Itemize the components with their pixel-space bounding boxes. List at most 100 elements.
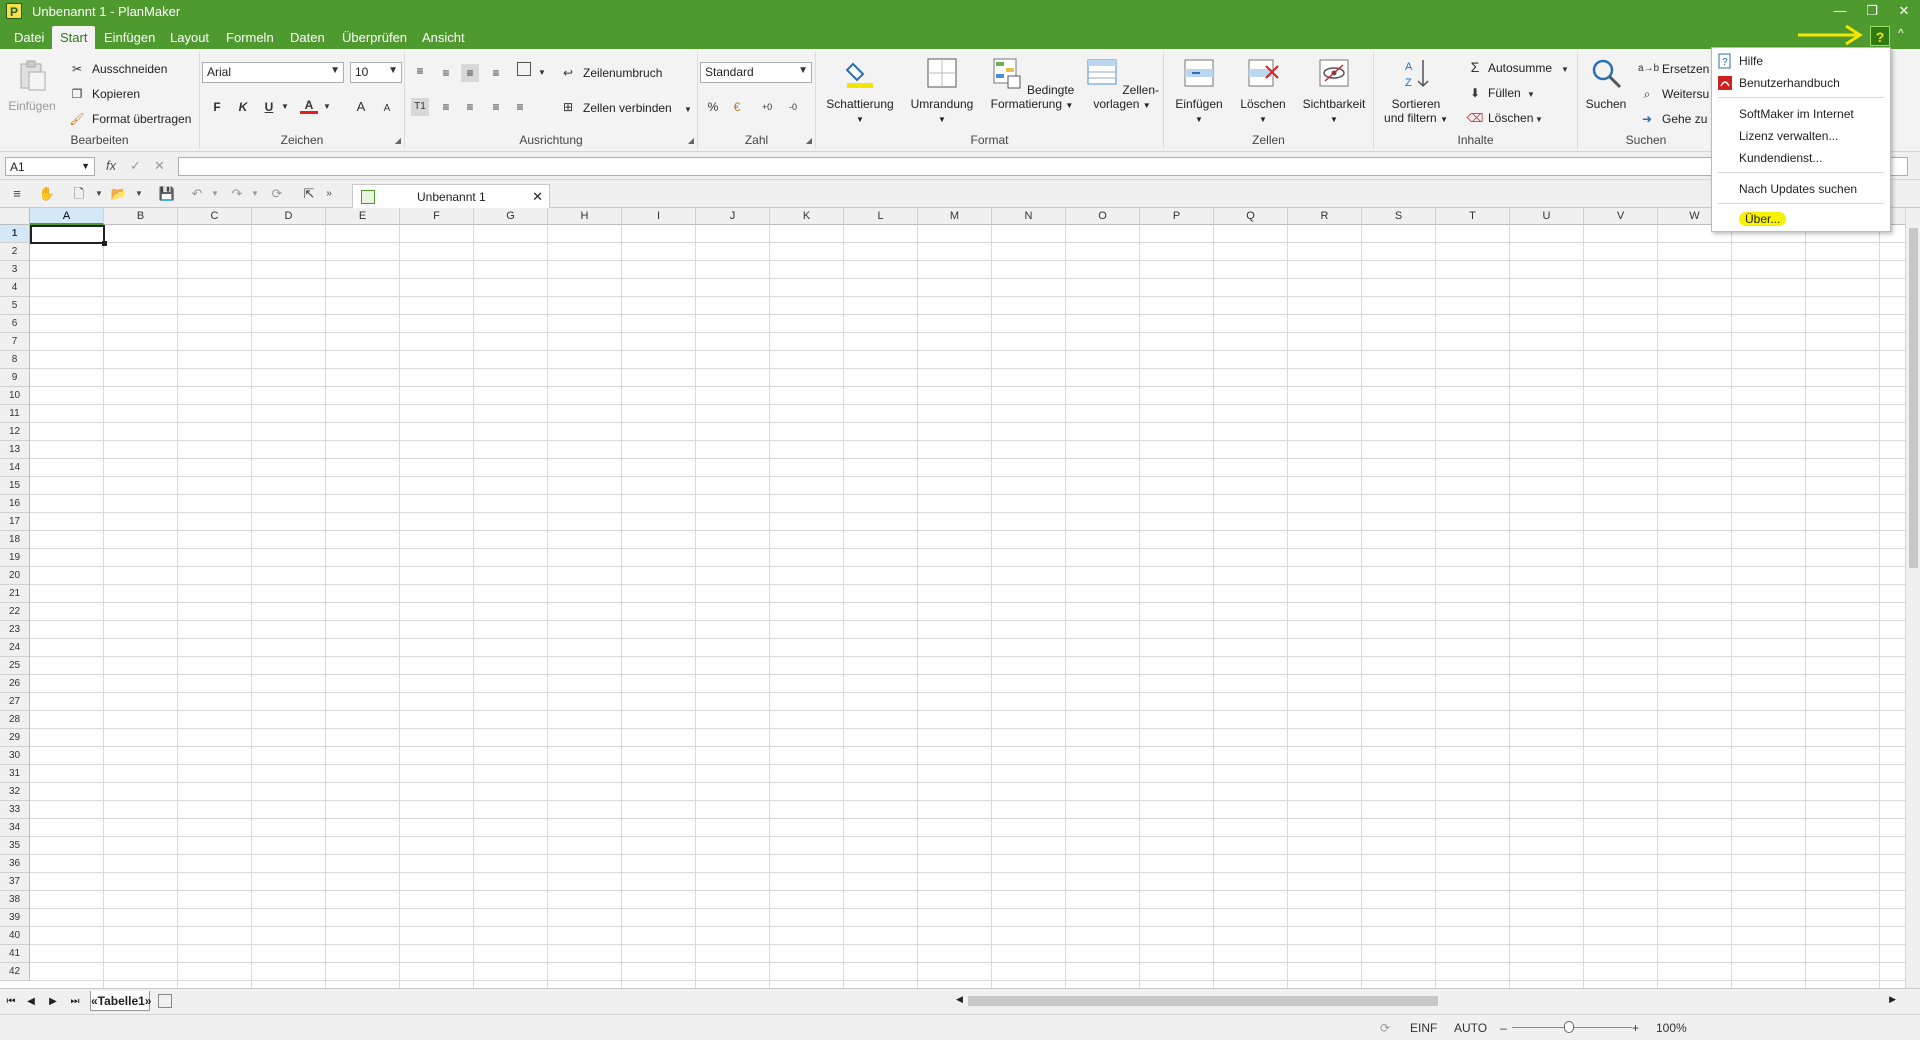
column-header-u[interactable]: U xyxy=(1510,208,1584,225)
minimize-button[interactable]: — xyxy=(1824,0,1856,22)
row-header-42[interactable]: 42 xyxy=(0,963,30,981)
currency-icon[interactable]: € xyxy=(728,98,746,116)
row-header-16[interactable]: 16 xyxy=(0,495,30,513)
first-sheet-icon[interactable]: ⏮ xyxy=(2,994,20,1010)
column-header-l[interactable]: L xyxy=(844,208,918,225)
row-header-2[interactable]: 2 xyxy=(0,243,30,261)
column-header-v[interactable]: V xyxy=(1584,208,1658,225)
align-top-icon[interactable]: ≡ xyxy=(411,62,429,80)
menu-item-hilfe[interactable]: ? Hilfe xyxy=(1712,51,1890,71)
cell-styles-button[interactable]: Zellen- vorlagen ▼ xyxy=(1084,56,1160,113)
menu-layout[interactable]: Layout xyxy=(162,26,217,49)
increase-decimal-icon[interactable]: +0 xyxy=(758,98,776,116)
row-header-32[interactable]: 32 xyxy=(0,783,30,801)
menu-item-updates[interactable]: Nach Updates suchen xyxy=(1712,179,1890,199)
column-header-q[interactable]: Q xyxy=(1214,208,1288,225)
number-format-select[interactable]: Standard ▼ xyxy=(700,62,812,83)
chevron-down-icon[interactable]: ▼ xyxy=(318,98,336,116)
clear-button[interactable]: Löschen xyxy=(1488,111,1533,125)
wrap-text-button[interactable]: Zeilenumbruch xyxy=(583,66,662,80)
row-header-31[interactable]: 31 xyxy=(0,765,30,783)
chevron-down-icon[interactable]: ▼ xyxy=(1556,61,1574,79)
column-header-n[interactable]: N xyxy=(992,208,1066,225)
row-header-36[interactable]: 36 xyxy=(0,855,30,873)
row-header-12[interactable]: 12 xyxy=(0,423,30,441)
save-icon[interactable]: 💾 xyxy=(158,186,176,202)
chevron-down-icon[interactable]: ▼ xyxy=(246,186,264,202)
prev-sheet-icon[interactable]: ◀ xyxy=(22,994,40,1010)
scroll-right-icon[interactable]: ▶ xyxy=(1889,994,1896,1005)
row-header-30[interactable]: 30 xyxy=(0,747,30,765)
document-tab[interactable]: Unbenannt 1 ✕ xyxy=(352,184,550,208)
font-color-button[interactable]: A xyxy=(300,96,318,114)
menu-item-kundendienst[interactable]: Kundendienst... xyxy=(1712,148,1890,168)
dialog-launcher-icon[interactable]: ◢ xyxy=(806,136,812,145)
help-button[interactable]: ? xyxy=(1870,26,1890,46)
ribbon-collapse-icon[interactable]: ^ xyxy=(1898,26,1904,40)
new-document-icon[interactable]: 🗋 xyxy=(70,186,88,202)
row-header-23[interactable]: 23 xyxy=(0,621,30,639)
row-header-8[interactable]: 8 xyxy=(0,351,30,369)
row-header-22[interactable]: 22 xyxy=(0,603,30,621)
format-painter-button[interactable]: Format übertragen xyxy=(92,112,191,126)
sheet-tab-tabelle1[interactable]: «Tabelle1» xyxy=(90,991,151,1011)
row-header-13[interactable]: 13 xyxy=(0,441,30,459)
column-header-s[interactable]: S xyxy=(1362,208,1436,225)
menu-start[interactable]: Start xyxy=(52,26,96,49)
select-pointer-icon[interactable]: ⇱ xyxy=(300,186,318,202)
percent-button[interactable]: % xyxy=(704,98,722,116)
justify-icon[interactable]: ≡ xyxy=(511,98,529,116)
row-header-4[interactable]: 4 xyxy=(0,279,30,297)
column-header-m[interactable]: M xyxy=(918,208,992,225)
font-family-select[interactable]: Arial ▼ xyxy=(202,62,344,83)
align-middle-icon[interactable]: ≡ xyxy=(437,64,455,82)
align-justify-vertical-icon[interactable]: ≡ xyxy=(487,64,505,82)
undo-icon[interactable]: ↶ xyxy=(188,186,206,202)
row-header-39[interactable]: 39 xyxy=(0,909,30,927)
row-header-10[interactable]: 10 xyxy=(0,387,30,405)
row-header-35[interactable]: 35 xyxy=(0,837,30,855)
active-cell-a1[interactable] xyxy=(30,225,107,246)
close-tab-icon[interactable]: ✕ xyxy=(532,189,543,205)
autosum-button[interactable]: Autosumme xyxy=(1488,61,1552,75)
menu-item-ueber[interactable]: Über... xyxy=(1712,209,1890,229)
row-header-40[interactable]: 40 xyxy=(0,927,30,945)
row-header-11[interactable]: 11 xyxy=(0,405,30,423)
row-header-6[interactable]: 6 xyxy=(0,315,30,333)
add-sheet-icon[interactable] xyxy=(158,994,172,1008)
row-header-3[interactable]: 3 xyxy=(0,261,30,279)
decrease-decimal-icon[interactable]: -0 xyxy=(784,98,802,116)
last-sheet-icon[interactable]: ⏭ xyxy=(66,994,84,1010)
open-folder-icon[interactable]: 📂 xyxy=(110,186,128,202)
sort-filter-button[interactable]: A Z Sortieren und filtern ▼ xyxy=(1376,56,1456,127)
menu-ueberpruefen[interactable]: Überprüfen xyxy=(334,26,415,49)
conditional-formatting-button[interactable]: Bedingte Formatierung ▼ xyxy=(986,56,1078,113)
align-left-icon[interactable]: ≡ xyxy=(437,98,455,116)
more-icon[interactable]: » xyxy=(320,186,338,202)
merge-cells-button[interactable]: Zellen verbinden xyxy=(583,101,672,115)
paste-button[interactable]: Einfügen xyxy=(6,58,58,113)
column-header-o[interactable]: O xyxy=(1066,208,1140,225)
cell-border-icon[interactable] xyxy=(517,62,531,76)
repeat-icon[interactable]: ⟳ xyxy=(268,186,286,202)
row-header-37[interactable]: 37 xyxy=(0,873,30,891)
goto-button[interactable]: Gehe zu xyxy=(1662,112,1707,126)
menu-formeln[interactable]: Formeln xyxy=(218,26,282,49)
row-header-14[interactable]: 14 xyxy=(0,459,30,477)
shading-button[interactable]: Schattierung ▼ xyxy=(822,56,898,127)
row-header-26[interactable]: 26 xyxy=(0,675,30,693)
row-header-15[interactable]: 15 xyxy=(0,477,30,495)
italic-button[interactable]: K xyxy=(234,98,252,116)
column-header-r[interactable]: R xyxy=(1288,208,1362,225)
column-header-b[interactable]: B xyxy=(104,208,178,225)
align-bottom-icon[interactable]: ≡ xyxy=(461,64,479,82)
menu-datei[interactable]: Datei xyxy=(6,26,52,49)
name-box[interactable]: A1 ▼ xyxy=(5,157,95,176)
delete-cells-button[interactable]: Löschen ▼ xyxy=(1232,56,1294,127)
function-icon[interactable]: fx xyxy=(106,158,116,173)
hand-icon[interactable]: ✋ xyxy=(38,186,56,202)
row-header-25[interactable]: 25 xyxy=(0,657,30,675)
column-header-d[interactable]: D xyxy=(252,208,326,225)
shrink-font-button[interactable]: A xyxy=(378,100,396,118)
insert-mode-status[interactable]: EINF xyxy=(1410,1021,1437,1035)
